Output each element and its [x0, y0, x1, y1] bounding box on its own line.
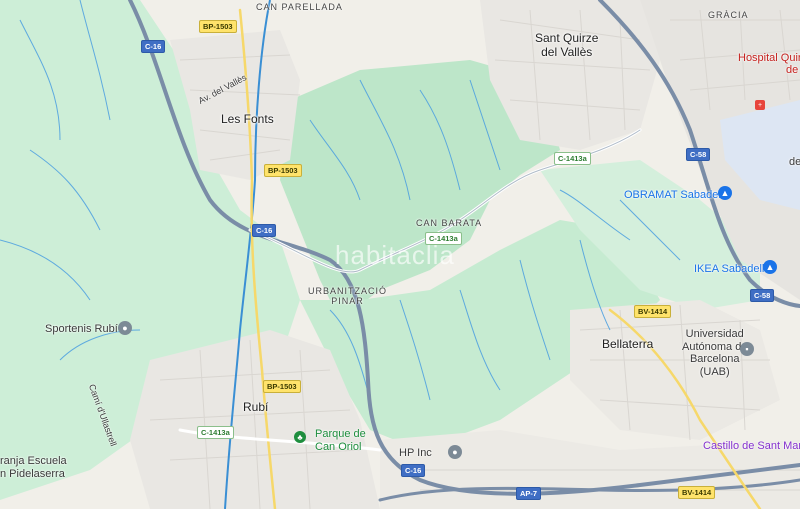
- label-hospital-cont: de: [786, 64, 799, 76]
- road-shield-c1413a: C-1413a: [197, 426, 234, 439]
- road-shield-ap7: AP-7: [516, 487, 542, 500]
- road-shield-c16: C-16: [252, 224, 277, 237]
- road-shield-bp1503: BP-1503: [199, 20, 237, 33]
- label-can-parellada: CAN PARELLADA: [256, 2, 343, 12]
- road-shield-bv1414: BV-1414: [634, 305, 672, 318]
- road-shield-c16: C-16: [141, 40, 166, 53]
- label-obramat[interactable]: OBRAMAT Sabadell: [624, 189, 723, 202]
- label-ikea[interactable]: IKEA Sabadell: [694, 263, 764, 276]
- label-uab[interactable]: Universidad Autónoma de Barcelona (UAB): [682, 328, 747, 379]
- label-bellaterra: Bellaterra: [602, 337, 654, 351]
- label-rubi: Rubí: [243, 400, 269, 414]
- hospital-icon[interactable]: +: [755, 100, 765, 110]
- label-hp-inc[interactable]: HP Inc: [399, 447, 432, 460]
- label-sportenis[interactable]: Sportenis Rubí: [45, 323, 118, 336]
- label-castillo[interactable]: Castillo de Sant Marça: [703, 440, 800, 453]
- sports-icon[interactable]: ●: [118, 321, 132, 335]
- label-parque-can-oriol[interactable]: Parque de Can Oriol: [315, 428, 366, 453]
- label-gracia: GRÀCIA: [708, 10, 749, 20]
- road-shield-c16: C-16: [401, 464, 426, 477]
- label-les-fonts: Les Fonts: [221, 112, 274, 126]
- business-icon[interactable]: ●: [448, 445, 462, 459]
- label-escuela[interactable]: ranja Escuela n Pidelaserra: [0, 455, 67, 480]
- label-right-edge: de: [789, 156, 800, 168]
- label-hospital[interactable]: Hospital Quiró: [738, 52, 800, 65]
- university-icon[interactable]: ▪: [740, 342, 754, 356]
- label-urbanitzacio-pinar: URBANITZACIÓ PINAR: [308, 286, 388, 307]
- park-tree-icon[interactable]: ♣: [294, 431, 306, 443]
- road-shield-bp1503: BP-1503: [264, 164, 302, 177]
- road-shield-bp1503: BP-1503: [263, 380, 301, 393]
- road-shield-c58: C-58: [750, 289, 775, 302]
- label-can-barata: CAN BARATA: [416, 218, 483, 228]
- road-shield-bv1414: BV-1414: [678, 486, 716, 499]
- road-shield-c1413a: C-1413a: [425, 232, 462, 245]
- shopping-bag-icon[interactable]: ▲: [718, 186, 732, 200]
- road-shield-c58: C-58: [686, 148, 711, 161]
- shopping-bag-icon[interactable]: ▲: [763, 260, 777, 274]
- label-sant-quirze: Sant Quirze del Vallès: [535, 31, 599, 59]
- road-shield-c1413a: C-1413a: [554, 152, 591, 165]
